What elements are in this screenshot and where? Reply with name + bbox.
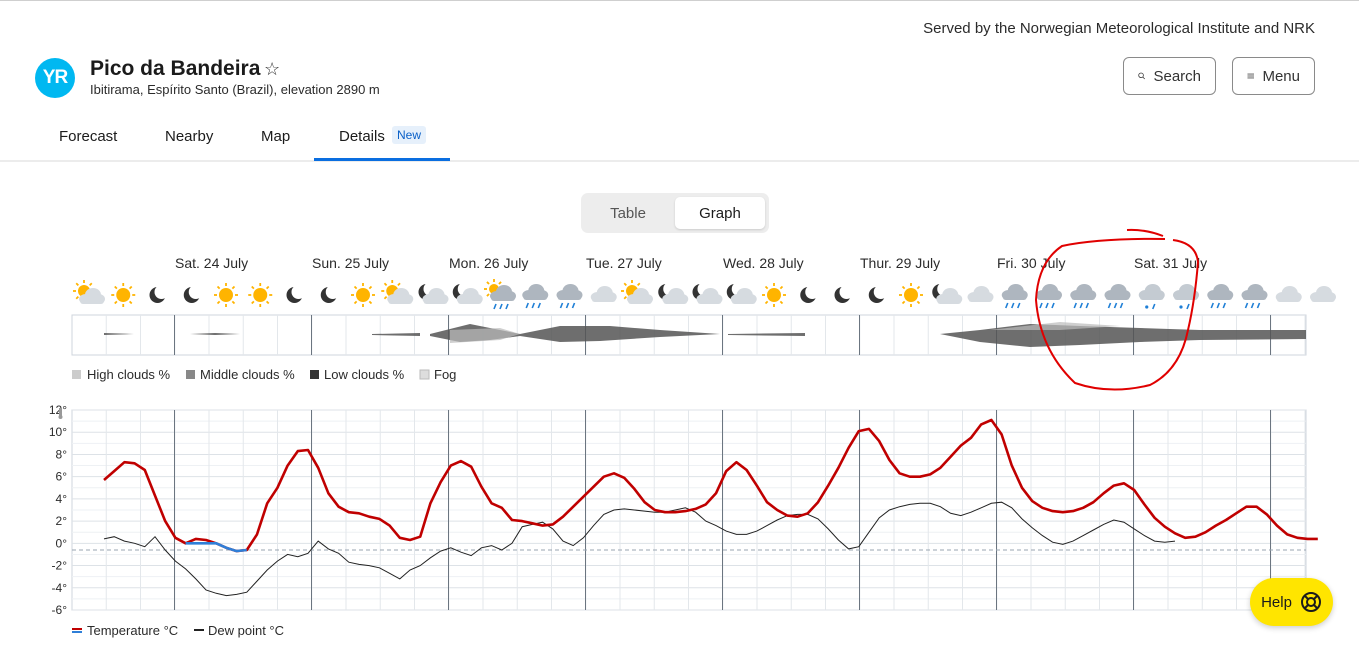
temperature-chart: 12° 10° 8° 6° 4° 2° 0° -2° -4° -6° [49,403,1318,617]
legend-temperature: Temperature °C [87,623,178,638]
thermometer-icon [58,408,63,419]
cloud-icon [590,286,617,302]
day-label: Sun. 25 July [312,255,389,271]
rain-sun-icon [484,279,516,310]
moon-icon [183,285,203,303]
fog-swatch [419,369,430,380]
red-annotation-circle [1034,228,1200,391]
partly-cloudy-night-icon [658,282,689,304]
y-tick-label: 2° [56,514,68,528]
cloud-icon [1310,286,1336,302]
cloud-legend-item: Middle clouds % [200,367,295,382]
rain-cloud-icon [1001,284,1028,309]
low-clouds-swatch [310,370,319,379]
moon-icon [868,285,888,303]
y-tick-label: -6° [52,603,68,617]
y-tick-label: 6° [56,470,68,484]
day-label: Mon. 26 July [449,255,528,271]
partly-sunny-icon [73,280,105,304]
chart-legend: Temperature °C Dew point °C [72,623,284,638]
cloud-icon [967,286,994,302]
y-tick-label: -2° [52,559,68,573]
partly-sunny-icon [621,280,653,304]
cloud-legend-item: Low clouds % [324,367,405,382]
forecast-graph: Sat. 24 July Sun. 25 July Mon. 26 July T… [49,228,1336,638]
sun-icon [248,283,273,307]
rain-cloud-icon [1104,284,1131,309]
partly-cloudy-night-icon [932,282,963,304]
moon-icon [800,285,820,303]
cloud-cover-band [71,314,1307,356]
rain-cloud-icon [1241,284,1268,309]
y-tick-label: 0° [56,536,68,550]
dew-point-swatch [194,629,204,631]
y-tick-label: 4° [56,492,68,506]
partly-cloudy-night-icon [452,282,483,304]
day-label: Thur. 29 July [860,255,940,271]
y-tick-label: 10° [49,425,67,439]
high-clouds-swatch [72,370,81,379]
moon-icon [149,285,169,303]
partly-cloudy-night-icon [692,282,723,304]
partly-cloudy-night-icon [726,282,757,304]
sleet-cloud-icon [1138,284,1165,310]
day-label: Tue. 27 July [586,255,662,271]
cloud-icon [1275,286,1302,302]
sun-icon [351,283,375,307]
cloud-legend-item: High clouds % [87,367,171,382]
weather-symbol-row [73,279,1336,310]
lifebuoy-icon [1300,592,1321,612]
temperature-swatch [72,628,82,630]
sun-icon [111,283,136,307]
help-button[interactable]: Help [1250,578,1333,626]
sun-icon [762,283,786,307]
help-label: Help [1261,593,1292,611]
day-label: Fri. 30 July [997,255,1065,271]
day-label: Sat. 24 July [175,255,248,271]
moon-icon [320,285,340,303]
cloud-legend: High clouds % Middle clouds % Low clouds… [72,367,456,382]
rain-cloud-icon [522,284,549,309]
rain-cloud-icon [1036,284,1062,309]
y-tick-label: -4° [52,581,68,595]
temperature-cold-swatch [72,631,82,633]
y-axis-ticks: 12° 10° 8° 6° 4° 2° 0° -2° -4° -6° [49,403,67,617]
sun-icon [214,283,238,307]
partly-cloudy-night-icon [418,282,449,304]
legend-dew-point: Dew point °C [208,623,284,638]
sun-icon [899,283,923,307]
partly-sunny-icon [381,280,414,304]
day-labels: Sat. 24 July Sun. 25 July Mon. 26 July T… [175,255,1207,271]
y-tick-label: 12° [49,403,67,417]
day-label: Wed. 28 July [723,255,804,271]
moon-icon [834,285,854,303]
cloud-legend-item: Fog [434,367,456,382]
y-tick-label: 8° [56,447,68,461]
middle-clouds-swatch [186,370,195,379]
moon-icon [286,285,306,303]
rain-cloud-icon [1070,284,1097,309]
rain-cloud-icon [556,284,583,309]
rain-cloud-icon [1207,284,1234,309]
